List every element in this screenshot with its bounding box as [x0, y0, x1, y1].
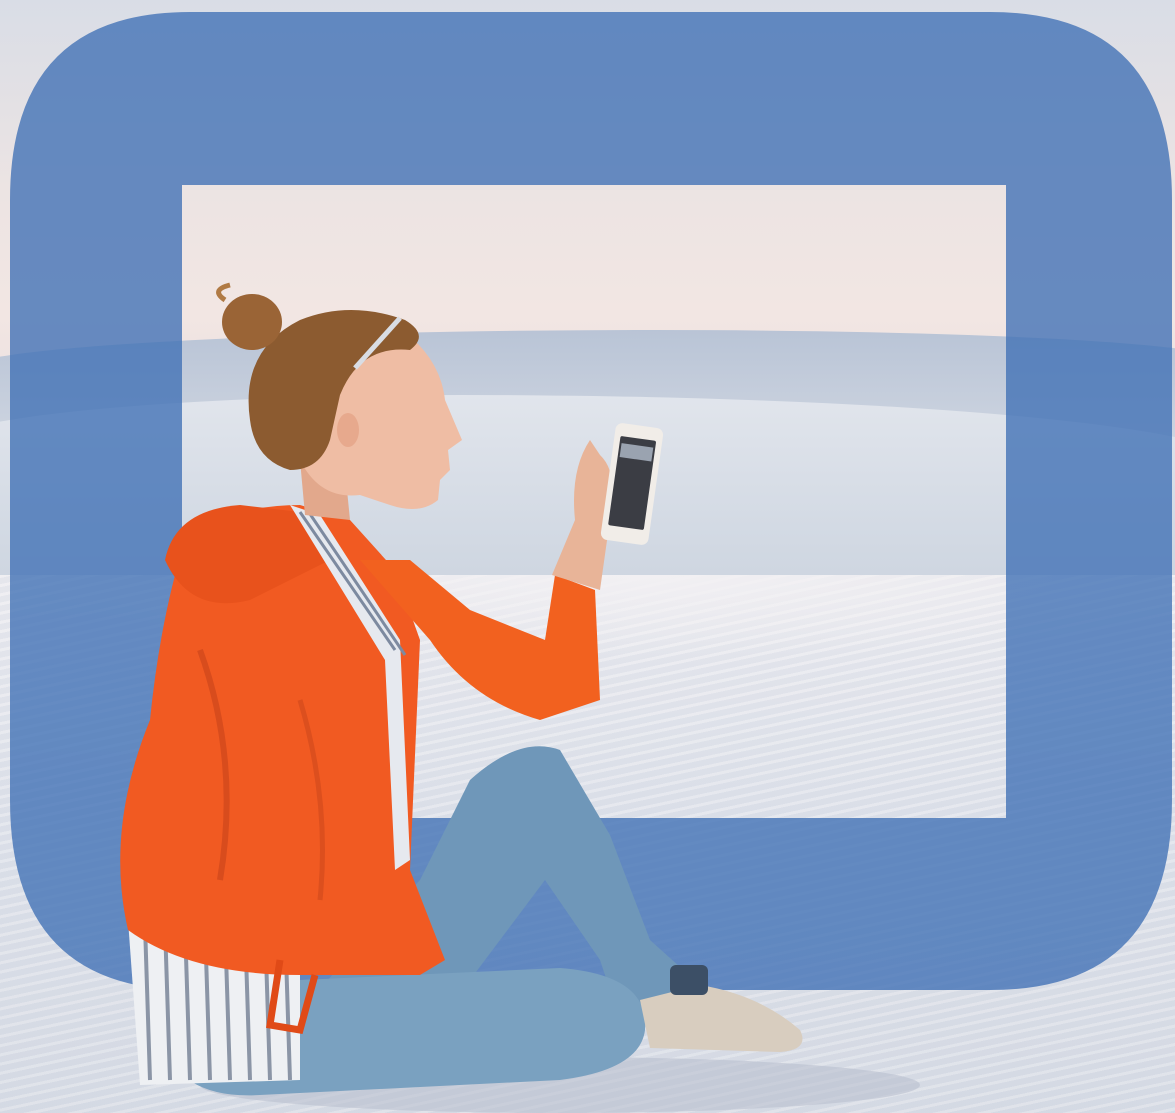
woman-with-phone — [120, 282, 920, 1113]
photo-scene — [0, 0, 1175, 1113]
